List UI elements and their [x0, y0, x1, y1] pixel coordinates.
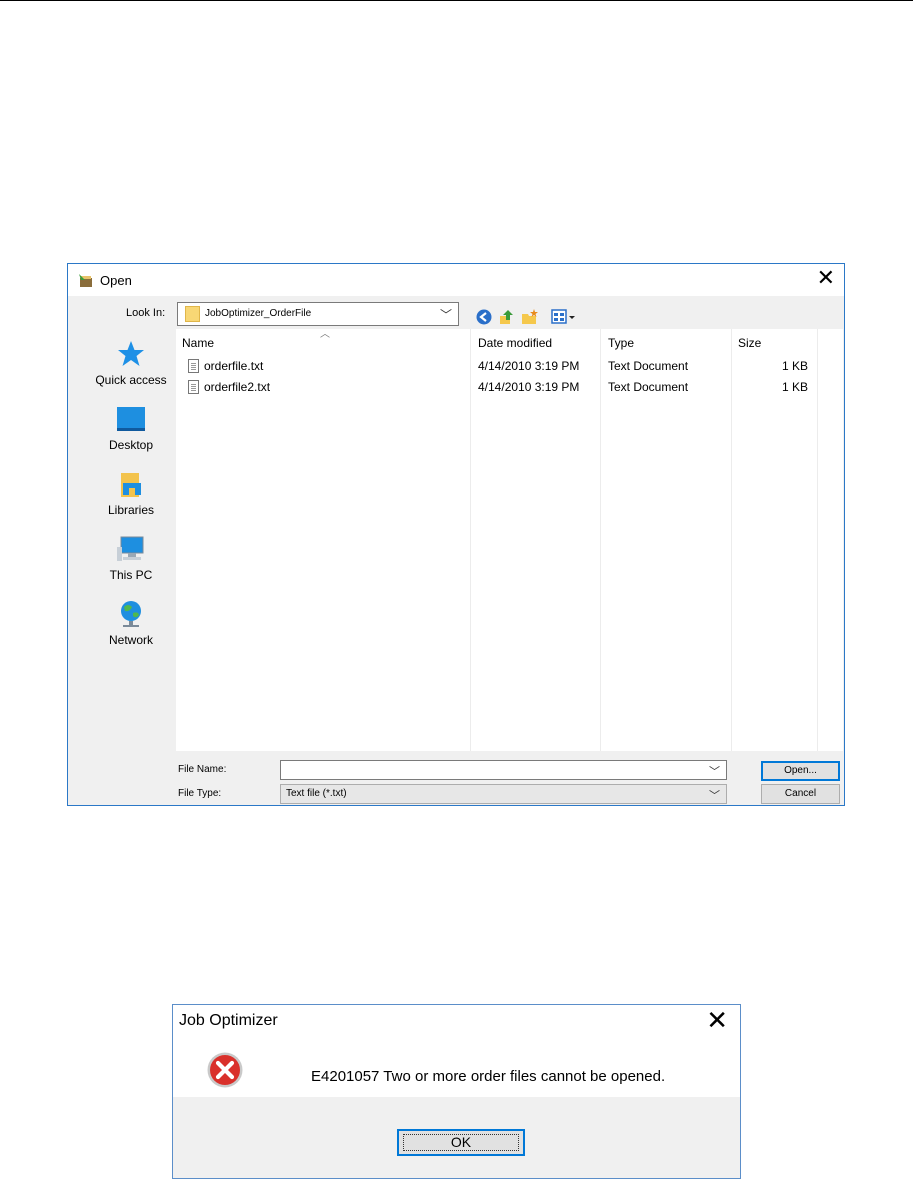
chevron-down-icon[interactable]: ﹀	[709, 763, 720, 779]
error-icon	[207, 1052, 243, 1088]
file-size: 1 KB	[781, 359, 808, 373]
file-type-dropdown[interactable]: Text file (*.txt) ﹀	[280, 784, 727, 804]
places-bar: Quick access Desktop Libraries This PC N…	[77, 329, 175, 751]
close-icon[interactable]: ✕	[706, 1008, 728, 1034]
error-dialog-body: Job Optimizer ✕ E4201057 Two or more ord…	[173, 1005, 740, 1097]
column-header-size[interactable]: Size	[738, 336, 761, 350]
page-top-rule	[0, 0, 913, 1]
place-label: Desktop	[108, 438, 154, 452]
place-label: Quick access	[95, 373, 167, 387]
file-name-input[interactable]: ﹀	[280, 760, 727, 780]
file-type: Text Document	[608, 380, 689, 394]
open-button[interactable]: Open...	[761, 761, 840, 781]
file-size: 1 KB	[781, 380, 808, 394]
place-quick-access[interactable]: Quick access	[77, 339, 185, 387]
file-type: Text Document	[608, 359, 689, 373]
this-pc-icon	[117, 536, 144, 561]
file-date: 4/14/2010 3:19 PM	[478, 380, 580, 394]
up-one-level-icon[interactable]	[498, 308, 516, 326]
look-in-label: Look In:	[126, 307, 166, 319]
error-dialog-title: Job Optimizer	[179, 1012, 278, 1029]
focus-rectangle	[403, 1134, 519, 1151]
quick-access-icon	[118, 341, 144, 366]
look-in-value: JobOptimizer_OrderFile	[205, 308, 312, 319]
java-app-icon	[79, 274, 92, 287]
file-date: 4/14/2010 3:19 PM	[478, 359, 580, 373]
place-network[interactable]: Network	[77, 599, 185, 647]
text-file-icon	[188, 380, 199, 394]
view-menu-icon[interactable]	[551, 308, 579, 326]
place-label: Libraries	[107, 503, 155, 517]
sort-ascending-icon: ︿	[320, 329, 330, 340]
place-desktop[interactable]: Desktop	[77, 404, 185, 452]
file-type-label: File Type:	[178, 788, 222, 799]
open-file-dialog: Open ✕ Look In: JobOptimizer_OrderFile ﹀…	[67, 263, 845, 806]
ok-button[interactable]: OK	[397, 1129, 525, 1156]
file-type-value: Text file (*.txt)	[286, 788, 347, 799]
file-name: orderfile2.txt	[204, 380, 271, 394]
error-dialog: Job Optimizer ✕ E4201057 Two or more ord…	[172, 1004, 741, 1179]
dialog-title: Open	[100, 273, 132, 288]
place-libraries[interactable]: Libraries	[77, 469, 185, 517]
column-header-date[interactable]: Date modified	[478, 336, 552, 350]
column-header-name[interactable]: Name	[182, 336, 214, 350]
look-in-dropdown[interactable]: JobOptimizer_OrderFile ﹀	[177, 302, 459, 326]
file-list[interactable]: ︿ Name Date modified Type Size orderfile…	[176, 329, 843, 751]
file-row[interactable]: orderfile.txt 4/14/2010 3:19 PM Text Doc…	[176, 358, 843, 378]
error-message: E4201057 Two or more order files cannot …	[311, 1068, 666, 1085]
back-icon[interactable]	[475, 308, 493, 326]
column-header-type[interactable]: Type	[608, 336, 634, 350]
network-icon	[121, 601, 141, 627]
chevron-down-icon: ﹀	[709, 790, 720, 802]
text-file-icon	[188, 359, 199, 373]
file-row[interactable]: orderfile2.txt 4/14/2010 3:19 PM Text Do…	[176, 379, 843, 399]
close-icon[interactable]: ✕	[817, 268, 835, 290]
file-name: orderfile.txt	[204, 359, 264, 373]
libraries-icon	[121, 473, 141, 497]
place-this-pc[interactable]: This PC	[77, 534, 185, 582]
cancel-button[interactable]: Cancel	[761, 784, 840, 804]
folder-icon	[185, 306, 200, 322]
new-folder-icon[interactable]	[521, 308, 539, 326]
file-name-label: File Name:	[178, 764, 227, 775]
desktop-icon	[117, 407, 145, 431]
dialog-title-bar: Open ✕	[68, 264, 844, 296]
chevron-down-icon: ﹀	[439, 308, 452, 322]
place-label: Network	[108, 633, 153, 647]
place-label: This PC	[109, 568, 153, 582]
